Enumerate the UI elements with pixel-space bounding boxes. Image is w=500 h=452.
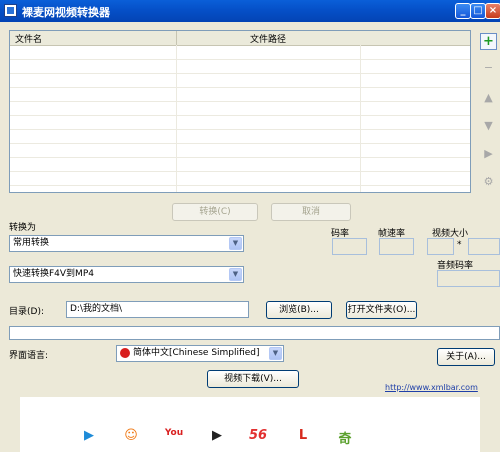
row-grid-line: [10, 185, 470, 186]
row-grid-line: [10, 129, 470, 130]
row-grid-line: [10, 101, 470, 102]
add-file-icon[interactable]: +: [480, 33, 497, 50]
website-link[interactable]: http://www.xmlbar.com: [385, 383, 478, 392]
open-folder-button[interactable]: 打开文件夹(O)...: [346, 301, 417, 319]
tudou-icon[interactable]: ▶: [206, 428, 228, 443]
conversion-category-select[interactable]: 常用转换 ▼: [9, 235, 244, 252]
column-divider: [176, 31, 177, 45]
language-value: 简体中文[Chinese Simplified]: [133, 348, 260, 358]
chevron-down-icon[interactable]: ▼: [229, 268, 242, 281]
player-icon[interactable]: ▶: [78, 428, 100, 443]
row-grid-line: [10, 73, 470, 74]
size-separator: *: [457, 240, 462, 250]
chevron-down-icon[interactable]: ▼: [229, 237, 242, 250]
file-list[interactable]: 文件名 文件路径: [9, 30, 471, 193]
column-header-filename[interactable]: 文件名: [15, 32, 42, 45]
minimize-button[interactable]: _: [455, 3, 471, 19]
language-select[interactable]: 简体中文[Chinese Simplified] ▼: [116, 345, 284, 362]
maximize-button[interactable]: □: [470, 3, 486, 19]
video-sites-panel: [20, 397, 480, 452]
video-download-button[interactable]: 视频下载(V)...: [207, 370, 299, 388]
conversion-preset-select[interactable]: 快速转换F4V到MP4 ▼: [9, 266, 244, 283]
app-icon: [4, 4, 17, 17]
language-label: 界面语言:: [9, 351, 49, 361]
remove-file-icon[interactable]: −: [480, 60, 497, 77]
row-grid-line: [10, 157, 470, 158]
conversion-preset-value: 快速转换F4V到MP4: [13, 269, 94, 279]
conversion-category-value: 常用转换: [13, 238, 50, 248]
column-header-filepath[interactable]: 文件路径: [250, 32, 286, 45]
56-icon[interactable]: 56: [246, 428, 270, 443]
window-title: 裸麦网视频转换器: [22, 6, 110, 19]
video-width-field[interactable]: [427, 238, 454, 255]
china-flag-icon: [120, 348, 130, 358]
directory-label: 目录(D):: [9, 307, 44, 317]
row-grid-line: [10, 143, 470, 144]
progress-bar: [9, 326, 500, 340]
convert-button[interactable]: 转换(C): [172, 203, 258, 221]
close-button[interactable]: ×: [485, 3, 500, 19]
move-down-icon[interactable]: ▼: [480, 118, 497, 135]
bitrate-field[interactable]: [332, 238, 367, 255]
qiyi-icon[interactable]: 奇: [334, 428, 356, 447]
row-grid-line: [10, 171, 470, 172]
audio-bitrate-field[interactable]: [437, 270, 500, 287]
browse-button[interactable]: 浏览(B)...: [266, 301, 332, 319]
cancel-button[interactable]: 取消: [271, 203, 351, 221]
move-up-icon[interactable]: ▲: [480, 90, 497, 107]
file-list-header: [10, 31, 470, 46]
smile-icon[interactable]: ☺: [120, 428, 142, 443]
youtube-icon[interactable]: You: [160, 428, 188, 438]
properties-icon[interactable]: ⚙: [480, 174, 497, 191]
row-grid-line: [10, 59, 470, 60]
play-icon[interactable]: ▶: [480, 146, 497, 163]
chevron-down-icon[interactable]: ▼: [269, 347, 282, 360]
framerate-field[interactable]: [379, 238, 414, 255]
row-grid-line: [10, 115, 470, 116]
letv-icon[interactable]: L: [292, 428, 314, 443]
about-button[interactable]: 关于(A)...: [437, 348, 495, 366]
row-grid-line: [10, 87, 470, 88]
directory-input[interactable]: D:\我的文档\: [66, 301, 249, 318]
convert-to-label: 转换为: [9, 223, 37, 233]
video-height-field[interactable]: [468, 238, 500, 255]
